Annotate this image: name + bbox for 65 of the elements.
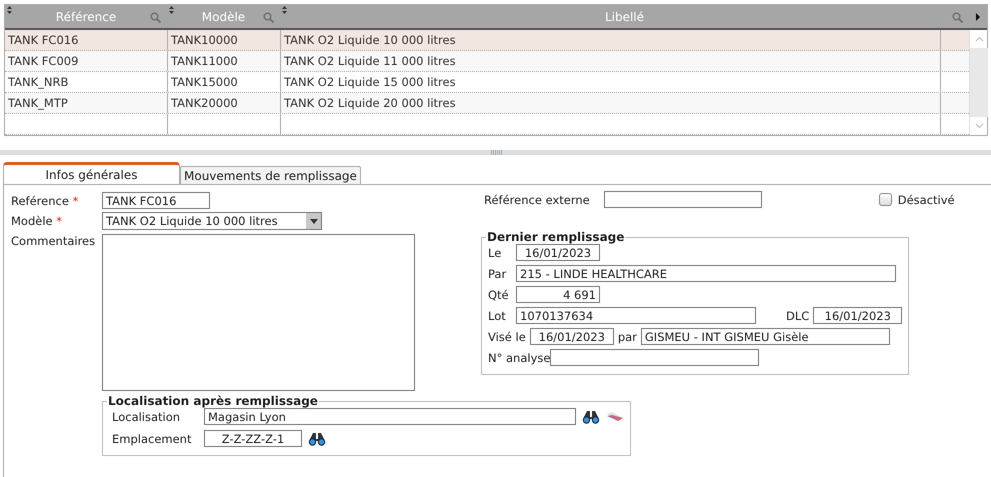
input-field[interactable]: 215 - LINDE HEALTHCARE: [516, 265, 896, 282]
table-row[interactable]: TANK_MTP TANK20000 TANK O2 Liquide 20 000 litres: [5, 93, 969, 114]
dropdown[interactable]: TANK O2 Liquide 10 000 litres: [102, 212, 322, 230]
field-label: DLC: [786, 308, 810, 322]
field-label: Par: [488, 266, 508, 280]
column-menu-icon[interactable]: [976, 12, 980, 20]
input-field[interactable]: 1070137634: [516, 307, 756, 324]
table-cell: TANK FC009: [5, 51, 168, 71]
group-title: Localisation après remplissage: [107, 394, 319, 408]
scrollbar[interactable]: [969, 30, 988, 135]
input-field[interactable]: 4 691: [516, 286, 600, 303]
field-label: Reférence *: [11, 194, 80, 208]
sort-icon[interactable]: [7, 6, 12, 14]
table-cell: TANK_NRB: [5, 72, 168, 92]
table-cell: TANK O2 Liquide 10 000 litres: [281, 30, 941, 50]
field-label: Lot: [488, 308, 507, 322]
field-label: Modèle *: [11, 214, 64, 228]
table-cell: TANK20000: [168, 93, 281, 113]
scroll-up-icon[interactable]: [974, 36, 984, 42]
field-label: N° analyse: [488, 350, 550, 364]
tab[interactable]: Infos générales: [3, 162, 180, 184]
table-cell: TANK FC016: [5, 30, 168, 50]
scroll-down-icon[interactable]: [974, 123, 984, 129]
date-field[interactable]: 16/01/2023: [516, 244, 600, 261]
field-label: Le: [488, 246, 502, 260]
input-field[interactable]: Z-Z-ZZ-Z-1: [204, 430, 302, 447]
binoculars-icon[interactable]: [308, 431, 326, 446]
caret-icon: [310, 218, 318, 224]
sort-icon[interactable]: [282, 6, 287, 14]
input-field[interactable]: GISMEU - INT GISMEU Gisèle: [640, 328, 890, 345]
splitter-handle[interactable]: [488, 150, 503, 155]
checkbox-label: Désactivé: [898, 192, 955, 206]
date-field[interactable]: 16/01/2023: [530, 328, 614, 345]
table-cell: TANK15000: [168, 72, 281, 92]
table-row[interactable]: TANK FC016 TANK10000 TANK O2 Liquide 10 000 litres: [5, 30, 969, 51]
checkbox[interactable]: [878, 193, 892, 206]
field-label: Visé le: [488, 330, 526, 344]
table-cell: TANK11000: [168, 51, 281, 71]
field-label: Localisation: [112, 410, 182, 424]
table-cell: TANK O2 Liquide 20 000 litres: [281, 93, 941, 113]
table-row[interactable]: TANK FC009 TANK11000 TANK O2 Liquide 11 000 litres: [5, 51, 969, 72]
date-field[interactable]: 16/01/2023: [813, 307, 902, 324]
input-field[interactable]: [604, 191, 762, 208]
field-label: Qté: [488, 288, 510, 302]
eraser-icon[interactable]: [606, 410, 624, 422]
field-label: Référence externe: [484, 192, 590, 206]
comments-field[interactable]: [102, 234, 415, 391]
sort-icon[interactable]: [169, 6, 174, 14]
search-icon[interactable]: [952, 12, 963, 23]
table-cell: TANK O2 Liquide 11 000 litres: [281, 51, 941, 71]
tab[interactable]: Mouvements de remplissage: [180, 166, 361, 184]
input-field[interactable]: Magasin Lyon: [204, 408, 576, 425]
search-icon[interactable]: [150, 12, 161, 23]
field-label: par: [618, 330, 637, 344]
input-field[interactable]: [550, 349, 760, 366]
field-label: Emplacement: [112, 432, 192, 446]
table-cell: TANK O2 Liquide 15 000 litres: [281, 72, 941, 92]
table-cell: TANK10000: [168, 30, 281, 50]
binoculars-icon[interactable]: [582, 409, 600, 424]
table-cell: TANK_MTP: [5, 93, 168, 113]
input-field[interactable]: TANK FC016: [102, 192, 210, 209]
table-row[interactable]: TANK_NRB TANK15000 TANK O2 Liquide 15 000 litres: [5, 72, 969, 93]
search-icon[interactable]: [263, 12, 274, 23]
group-title: Dernier remplissage: [486, 230, 626, 244]
field-label: Commentaires: [11, 234, 96, 248]
